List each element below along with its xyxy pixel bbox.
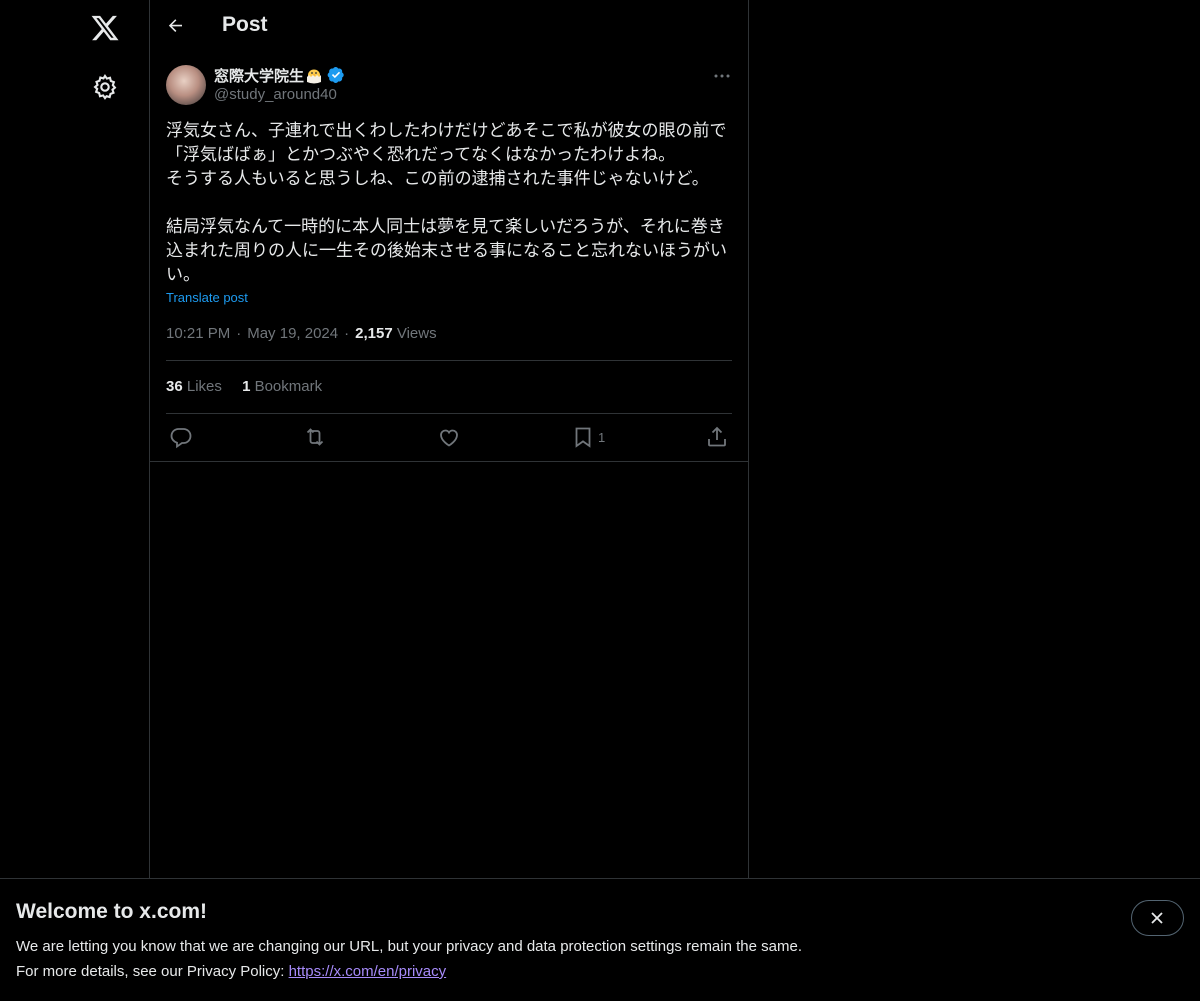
left-nav-rail [0, 0, 150, 1000]
banner-message: We are letting you know that we are chan… [16, 938, 802, 955]
divider [150, 461, 748, 462]
views-label: Views [396, 325, 437, 342]
tweet-text: 浮気女さん、子連れで出くわしたわけだけどあそこで私が彼女の眼の前で 「浮気ばばぁ… [166, 119, 732, 287]
privacy-policy-link[interactable]: https://x.com/en/privacy [289, 963, 447, 980]
author-handle[interactable]: @study_around40 [214, 86, 337, 103]
likes-stat[interactable]: 36 Likes [166, 378, 222, 395]
banner-privacy-note: For more details, see our Privacy Policy… [16, 963, 446, 980]
tweet-text-line: 結局浮気なんて一時的に本人同士は夢を見て楽しいだろうが、それに巻き [166, 217, 725, 237]
bookmark-action-count: 1 [598, 430, 606, 445]
hatching-chick-emoji-icon [305, 66, 323, 84]
tweet-time[interactable]: 10:21 PM [166, 325, 230, 342]
meta-separator: · [344, 325, 350, 342]
tweet-text-line: 「浮気ばばぁ」とかつぶやく恐れだってなくはなかったわけよね。 [166, 145, 676, 165]
likes-count: 36 [166, 378, 183, 395]
bookmarks-label: Bookmark [254, 378, 323, 395]
page-header: Post [150, 0, 748, 53]
divider [166, 360, 732, 361]
reply-icon [170, 428, 192, 449]
bookmarks-stat[interactable]: 1 Bookmark [242, 378, 322, 395]
tweet-date[interactable]: May 19, 2024 [247, 325, 338, 342]
tweet-text-line: い。 [166, 265, 200, 285]
banner-privacy-prefix: For more details, see our Privacy Policy… [16, 963, 289, 980]
avatar[interactable] [166, 65, 206, 105]
bookmarks-count: 1 [242, 378, 251, 395]
engagement-stats: 36 Likes 1 Bookmark [166, 378, 338, 395]
heart-icon [440, 429, 458, 447]
translate-post-link[interactable]: Translate post [166, 290, 248, 305]
bookmark-icon [575, 427, 591, 448]
likes-label: Likes [186, 378, 222, 395]
main-column: Post 窓際大学院生 @study_around40 浮気女さん、子連れで出く… [150, 0, 749, 1000]
welcome-banner: Welcome to x.com! We are letting you kno… [0, 878, 1200, 1001]
tweet-text-line: そうする人もいると思うしね、この前の逮捕された事件じゃないけど。 [166, 169, 709, 189]
banner-title: Welcome to x.com! [16, 900, 207, 923]
share-button[interactable] [705, 425, 729, 449]
more-options-button[interactable] [710, 64, 734, 88]
repost-icon [306, 428, 324, 446]
tweet-text-line: 込まれた周りの人に一生その後始末させる事になること忘れないほうがい [166, 241, 727, 261]
tweet-text-line: 浮気女さん、子連れで出くわしたわけだけどあそこで私が彼女の眼の前で [166, 121, 727, 141]
tweet-meta: 10:21 PM · May 19, 2024 · 2,157 Views [166, 325, 437, 342]
back-button[interactable] [164, 14, 188, 38]
x-logo-icon[interactable] [90, 13, 120, 43]
bookmark-button[interactable] [571, 425, 595, 449]
like-button[interactable] [437, 425, 461, 449]
close-banner-button[interactable] [1131, 900, 1184, 936]
repost-button[interactable] [303, 425, 327, 449]
verified-badge-icon [327, 66, 345, 84]
author-name[interactable]: 窓際大学院生 [214, 65, 304, 86]
page-title: Post [222, 13, 268, 36]
divider [166, 413, 732, 414]
share-icon [708, 426, 726, 447]
reply-button[interactable] [169, 425, 193, 449]
close-icon [1151, 912, 1163, 924]
more-horizontal-icon [714, 74, 730, 78]
arrow-left-icon [168, 19, 182, 32]
meta-separator: · [236, 325, 242, 342]
gear-icon[interactable] [91, 73, 119, 101]
views-count: 2,157 [355, 325, 393, 342]
